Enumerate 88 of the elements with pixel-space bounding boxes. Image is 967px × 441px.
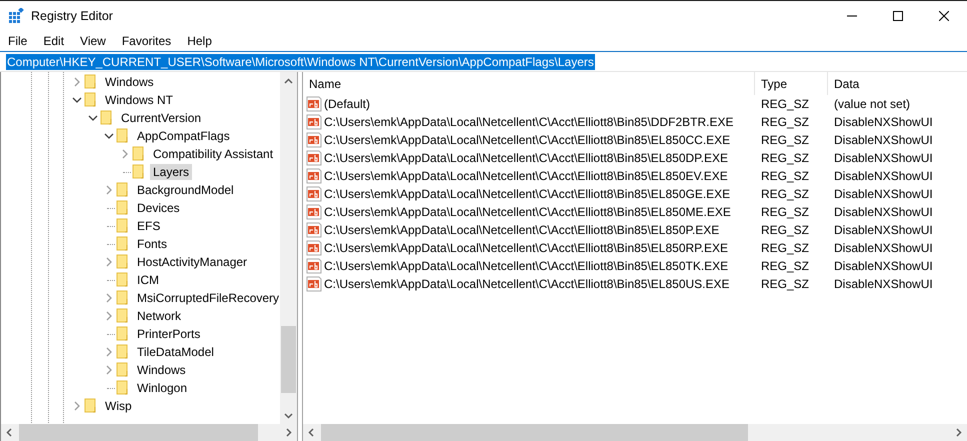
value-name[interactable]: C:\Users\emk\AppData\Local\Netcellent\C\Acct\Elliott8\Bin85\EL850EV.EXE [324,169,728,183]
table-cell: DisableNXShowUI [834,223,933,237]
value-name[interactable]: C:\Users\emk\AppData\Local\Netcellent\C\Acct\Elliott8\Bin85\EL850US.EXE [324,277,730,291]
vertical-scrollbar[interactable] [280,72,297,424]
table-cell: REG_SZ [761,223,810,237]
scroll-right-icon[interactable] [286,428,292,437]
table-cell: REG_SZ [761,151,810,165]
table-cell: REG_SZ [761,205,810,219]
menu-item[interactable]: Edit [36,34,70,48]
string-value-icon [306,204,322,220]
tree-item[interactable]: Winlogon [134,380,190,396]
table-cell: REG_SZ [761,241,810,255]
value-name[interactable]: C:\Users\emk\AppData\Local\Netcellent\C\Acct\Elliott8\Bin85\DDF2BTR.EXE [324,115,734,129]
menu-item[interactable]: Favorites [114,34,178,48]
close-icon [939,11,949,21]
value-name[interactable]: C:\Users\emk\AppData\Local\Netcellent\C\Acct\Elliott8\Bin85\EL850P.EXE [324,223,720,237]
horizontal-scrollbar[interactable] [303,424,967,441]
scroll-thumb[interactable] [281,326,296,393]
column-header[interactable]: Name [303,72,755,95]
table-cell: DisableNXShowUI [834,169,933,183]
menu-item[interactable]: View [73,34,112,48]
tree-item[interactable]: Windows [102,74,157,90]
tree-item[interactable]: CurrentVersion [118,110,204,126]
table-cell: DisableNXShowUI [834,133,933,147]
tree-item[interactable]: Compatibility Assistant [150,146,276,162]
tree-item[interactable]: EFS [134,218,164,234]
table-cell: REG_SZ [761,259,810,273]
value-name[interactable]: C:\Users\emk\AppData\Local\Netcellent\C\Acct\Elliott8\Bin85\EL850RP.EXE [324,241,728,255]
string-value-icon [306,168,322,184]
value-name[interactable]: C:\Users\emk\AppData\Local\Netcellent\C\Acct\Elliott8\Bin85\EL850CC.EXE [324,133,730,147]
string-value-icon [306,276,322,292]
string-value-icon [306,240,322,256]
table-cell: (value not set) [834,97,910,111]
maximize-icon [893,11,903,21]
scroll-down-icon[interactable] [284,413,293,419]
tree-item[interactable]: AppCompatFlags [134,128,233,144]
table-cell: REG_SZ [761,187,810,201]
table-cell: REG_SZ [761,133,810,147]
tree-item[interactable]: Devices [134,200,183,216]
string-value-icon [306,114,322,130]
value-name[interactable]: C:\Users\emk\AppData\Local\Netcellent\C\Acct\Elliott8\Bin85\EL850ME.EXE [324,205,731,219]
string-value-icon [306,258,322,274]
scroll-thumb[interactable] [321,424,748,441]
tree-item[interactable]: MsiCorruptedFileRecovery [134,290,280,306]
tree-item[interactable]: Fonts [134,236,170,252]
horizontal-scrollbar[interactable] [1,424,297,441]
scroll-right-icon[interactable] [956,428,962,437]
table-cell: REG_SZ [761,169,810,183]
string-value-icon [306,132,322,148]
table-cell: DisableNXShowUI [834,277,933,291]
column-header[interactable]: Type [755,72,828,95]
value-name[interactable]: C:\Users\emk\AppData\Local\Netcellent\C\Acct\Elliott8\Bin85\EL850TK.EXE [324,259,728,273]
tree-item[interactable]: BackgroundModel [134,182,237,198]
address-field[interactable]: Computer\HKEY_CURRENT_USER\Software\Microsoft\Windows NT\CurrentVersion\AppCompatFlags\Layers [0,51,967,72]
table-cell: DisableNXShowUI [834,187,933,201]
string-value-icon [306,150,322,166]
window-title: Registry Editor [31,9,113,23]
tree-item[interactable]: HostActivityManager [134,254,250,270]
string-value-icon [306,96,322,112]
tree-item[interactable]: Network [134,308,184,324]
table-cell: DisableNXShowUI [834,259,933,273]
tree-item[interactable]: Layers [150,164,192,180]
scroll-thumb[interactable] [19,424,258,441]
table-cell: REG_SZ [761,97,810,111]
table-cell: DisableNXShowUI [834,241,933,255]
scroll-left-icon[interactable] [308,428,314,437]
table-cell: DisableNXShowUI [834,151,933,165]
menu-item[interactable]: File [1,34,34,48]
tree-item[interactable]: Windows NT [102,92,176,108]
table-cell: REG_SZ [761,115,810,129]
string-value-icon [306,186,322,202]
tree-item[interactable]: ICM [134,272,162,288]
registry-icon [8,8,24,24]
string-value-icon [306,222,322,238]
scroll-left-icon[interactable] [6,428,12,437]
value-name[interactable]: (Default) [324,97,370,111]
scroll-up-icon[interactable] [284,78,293,84]
table-cell: DisableNXShowUI [834,205,933,219]
tree-item[interactable]: Windows [134,362,189,378]
value-name[interactable]: C:\Users\emk\AppData\Local\Netcellent\C\Acct\Elliott8\Bin85\EL850DP.EXE [324,151,728,165]
tree-item[interactable]: TileDataModel [134,344,217,360]
value-name[interactable]: C:\Users\emk\AppData\Local\Netcellent\C\Acct\Elliott8\Bin85\EL850GE.EXE [324,187,730,201]
table-cell: REG_SZ [761,277,810,291]
table-cell: DisableNXShowUI [834,115,933,129]
menu-item[interactable]: Help [180,34,218,48]
column-header[interactable]: Data [828,72,967,95]
tree-item[interactable]: Wisp [102,398,135,414]
tree-item[interactable]: PrinterPorts [134,326,204,342]
